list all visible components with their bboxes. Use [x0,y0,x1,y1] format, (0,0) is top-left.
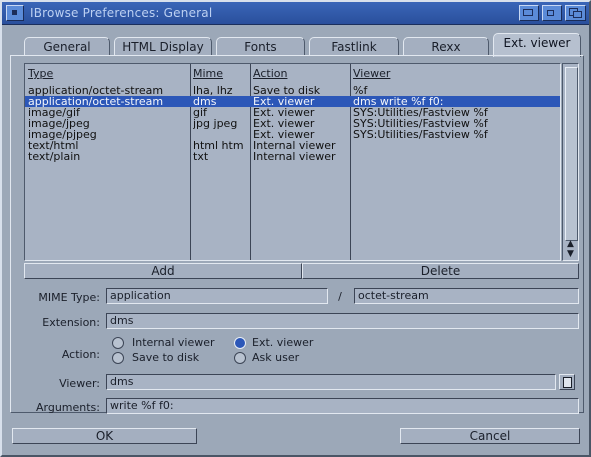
list-row[interactable]: image/pjpeg Ext. viewer SYS:Utilities/Fa… [25,129,560,140]
radio-save-to-disk[interactable] [112,352,124,364]
radio-ask-user[interactable] [234,352,246,364]
list-scrollbar[interactable]: ▲ ▼ [562,63,579,261]
cell-viewer: dms write %f f0: [353,96,444,107]
get-file-icon[interactable] [559,374,575,390]
cell-type: text/plain [28,151,81,162]
list-row[interactable]: text/html html htm Internal viewer [25,140,560,151]
cell-type: image/jpeg [28,118,90,129]
cell-action: Save to disk [253,85,321,96]
depth-gadget-icon[interactable] [565,5,586,21]
cell-type: text/html [28,140,79,151]
tab-fonts[interactable]: Fonts [216,37,305,55]
zoom-gadget-icon[interactable] [519,5,539,21]
iconify-gadget-icon[interactable] [542,5,562,21]
list-row[interactable]: image/gif gif Ext. viewer SYS:Utilities/… [25,107,560,118]
title-bar[interactable]: IBrowse Preferences: General [2,2,589,25]
column-header-action[interactable]: Action [253,67,287,80]
scroll-down-arrow-icon[interactable]: ▼ [564,249,577,259]
action-label: Action: [61,348,100,361]
radio-internal-viewer[interactable] [112,337,124,349]
cell-mime: dms [193,96,217,107]
cell-mime: txt [193,151,209,162]
list-row[interactable]: application/octet-stream lha, lhz Save t… [25,85,560,96]
cell-action: Ext. viewer [253,107,315,118]
tab-ext-viewer[interactable]: Ext. viewer [493,33,581,57]
tab-html-display[interactable]: HTML Display [114,37,212,55]
cell-action: Ext. viewer [253,118,315,129]
cell-viewer: SYS:Utilities/Fastview %f [353,129,488,140]
cell-type: application/octet-stream [28,96,164,107]
radio-ask-user-label[interactable]: Ask user [252,351,299,364]
cell-mime: gif [193,107,207,118]
preferences-window: IBrowse Preferences: General General HTM… [0,0,591,457]
viewer-label: Viewer: [59,377,100,390]
cell-action: Ext. viewer [253,129,315,140]
tab-rexx[interactable]: Rexx [403,37,489,55]
cell-action: Internal viewer [253,140,336,151]
arguments-label: Arguments: [35,401,100,414]
list-row[interactable]: text/plain txt Internal viewer [25,151,560,162]
mime-separator: / [338,290,342,303]
scrollbar-knob[interactable] [565,67,578,241]
radio-internal-viewer-label[interactable]: Internal viewer [132,336,215,349]
cell-type: image/pjpeg [28,129,97,140]
mime-type-list[interactable]: Type Mime Action Viewer application/octe… [24,63,561,261]
cell-action: Internal viewer [253,151,336,162]
delete-button[interactable]: Delete [302,263,579,279]
close-gadget-icon[interactable] [6,5,24,21]
ok-button[interactable]: OK [12,428,197,444]
cell-mime: jpg jpeg [193,118,238,129]
scroll-up-arrow-icon[interactable]: ▲ [564,239,577,249]
list-row-selected[interactable]: application/octet-stream dms Ext. viewer… [25,96,560,107]
cell-viewer: SYS:Utilities/Fastview %f [353,107,488,118]
radio-ext-viewer-label[interactable]: Ext. viewer [252,336,313,349]
window-title: IBrowse Preferences: General [30,6,213,20]
cell-type: image/gif [28,107,80,118]
radio-ext-viewer[interactable] [234,337,246,349]
column-header-mime[interactable]: Mime [193,67,223,80]
cell-mime: lha, lhz [193,85,233,96]
cell-action: Ext. viewer [253,96,315,107]
cell-viewer: %f [353,85,368,96]
mime-subtype-field[interactable]: octet-stream [354,288,579,304]
cell-viewer: SYS:Utilities/Fastview %f [353,118,488,129]
cancel-button[interactable]: Cancel [400,428,580,444]
cell-mime: html htm [193,140,244,151]
tab-bar: General HTML Display Fonts Fastlink Rexx… [10,33,584,57]
column-header-viewer[interactable]: Viewer [353,67,390,80]
extension-label: Extension: [42,316,100,329]
cell-type: application/octet-stream [28,85,164,96]
list-row[interactable]: image/jpeg jpg jpeg Ext. viewer SYS:Util… [25,118,560,129]
column-header-type[interactable]: Type [28,67,53,80]
extension-field[interactable]: dms [106,313,579,329]
add-button[interactable]: Add [24,263,302,279]
mime-type-field[interactable]: application [106,288,328,304]
viewer-field[interactable]: dms [106,374,556,390]
arguments-field[interactable]: write %f f0: [106,398,579,414]
tab-fastlink[interactable]: Fastlink [309,37,399,55]
mime-type-label: MIME Type: [38,291,100,304]
radio-save-to-disk-label[interactable]: Save to disk [132,351,199,364]
tab-general[interactable]: General [24,37,110,55]
